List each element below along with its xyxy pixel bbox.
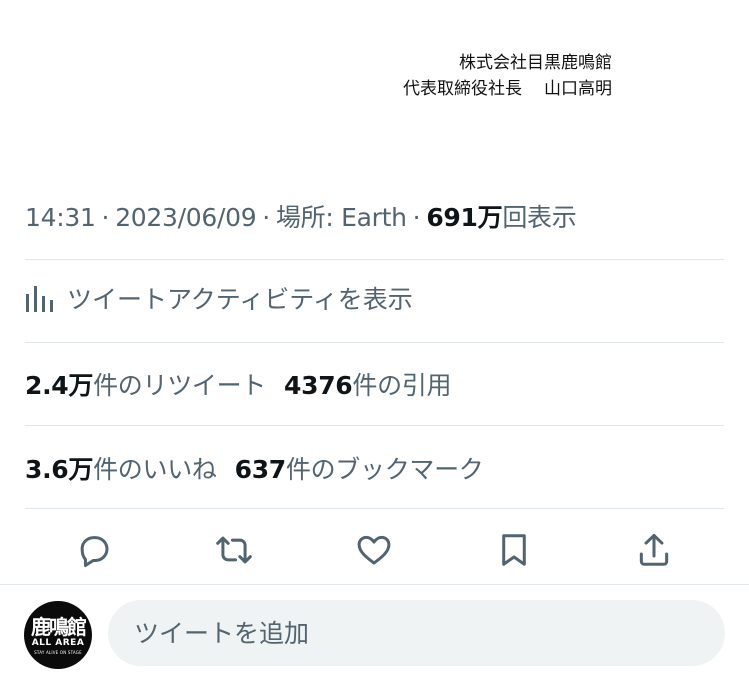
likes-stat[interactable]: 3.6万件のいいね [25,455,217,484]
like-icon [357,535,391,565]
quotes-label: 件の引用 [352,371,452,400]
signature-title: 代表取締役社長 [403,79,522,99]
bookmark-button[interactable] [492,528,536,572]
signature-image: 株式会社目黒鹿鳴館 代表取締役社長 山口高明 [403,50,612,102]
meta-separator: · [262,203,270,232]
like-button[interactable] [352,528,396,572]
divider [25,342,724,343]
stats-row-retweets: 2.4万件のリツイート 4376件の引用 [25,366,452,402]
bookmark-icon [502,534,526,566]
retweets-count: 2.4万 [25,371,94,400]
divider [25,425,724,426]
retweets-label: 件のリツイート [93,371,266,400]
quotes-count: 4376 [284,371,353,400]
retweet-icon [216,536,252,564]
likes-count: 3.6万 [25,455,94,484]
divider [0,584,749,585]
meta-separator: · [101,203,110,232]
share-icon [639,533,669,566]
signature-name-line: 代表取締役社長 山口高明 [403,76,612,102]
avatar[interactable]: 鹿鳴館 ALL AREA STAY ALIVE ON STAGE [24,601,92,669]
bookmarks-stat[interactable]: 637件のブックマーク [235,455,484,484]
tweet-actions [0,528,749,574]
divider [25,508,724,509]
share-button[interactable] [632,528,676,572]
reply-composer: 鹿鳴館 ALL AREA STAY ALIVE ON STAGE [0,598,749,670]
likes-label: 件のいいね [93,455,217,484]
stats-row-likes: 3.6万件のいいね 637件のブックマーク [25,450,484,486]
divider [25,259,724,260]
tweet-time[interactable]: 14:31 [25,203,96,232]
reply-button[interactable] [72,528,116,572]
retweet-button[interactable] [212,528,256,572]
reply-icon [80,536,109,568]
bookmarks-label: 件のブックマーク [285,455,484,484]
signature-name: 山口高明 [544,79,612,99]
avatar-logo-text: 鹿鳴館 [31,615,87,639]
reply-input[interactable] [108,600,725,666]
bar-chart-icon [25,284,55,312]
quotes-stat[interactable]: 4376件の引用 [284,371,452,400]
avatar-logo-subtitle: ALL AREA [31,638,85,648]
tweet-meta: 14:31 · 2023/06/09 · 場所: Earth · 691万回表示 [25,198,577,234]
meta-separator: · [412,203,421,232]
views-count: 691万 [426,203,503,232]
tweet-activity-label: ツイートアクティビティを表示 [67,285,413,314]
bookmarks-count: 637 [234,455,287,484]
signature-company: 株式会社目黒鹿鳴館 [459,53,612,73]
tweet-activity-link[interactable]: ツイートアクティビティを表示 [25,280,413,316]
retweets-stat[interactable]: 2.4万件のリツイート [25,371,266,400]
views-label: 回表示 [502,203,577,232]
tweet-date[interactable]: 2023/06/09 [115,203,256,232]
avatar-logo-tagline: STAY ALIVE ON STAGE [34,650,82,655]
tweet-location[interactable]: 場所: Earth [276,203,407,232]
